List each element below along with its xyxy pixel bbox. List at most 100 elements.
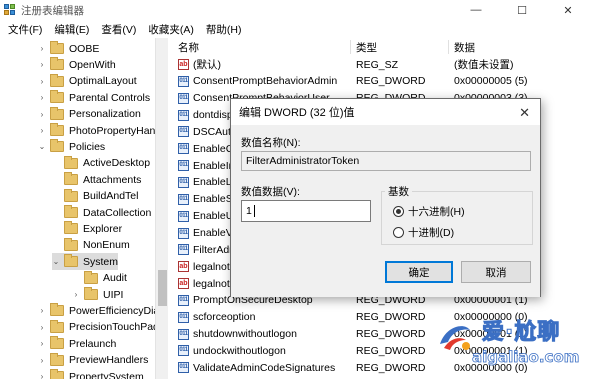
tree-item[interactable]: › Personalization [38, 106, 141, 123]
tree-item-label: PreviewHandlers [69, 354, 149, 367]
expand-arrow-icon[interactable]: › [38, 339, 46, 348]
value-row[interactable]: ab (默认) REG_SZ (数值未设置) [172, 56, 591, 73]
tree-item[interactable]: NonEnum [52, 237, 130, 254]
cancel-button[interactable]: 取消 [461, 261, 531, 283]
expand-arrow-icon[interactable]: › [38, 356, 46, 365]
string-value-icon: ab [178, 278, 189, 290]
tree-item[interactable]: › OOBE [38, 40, 99, 57]
radio-decimal[interactable]: 十进制(D) [393, 225, 454, 240]
tree-scrollbar[interactable] [155, 38, 168, 379]
folder-icon [64, 254, 78, 268]
folder-icon [84, 287, 98, 300]
tree-item[interactable]: › PowerEfficiencyDiag [38, 302, 165, 319]
value-name: (默认) [193, 59, 221, 71]
column-header-data[interactable]: 数据 [454, 38, 475, 56]
tree-scrollbar-thumb[interactable] [158, 270, 167, 306]
tree-item-label: Explorer [83, 222, 123, 235]
tree-item[interactable]: › Prelaunch [38, 335, 116, 352]
collapse-arrow-icon[interactable]: ⌄ [52, 257, 60, 266]
expand-arrow-icon[interactable]: › [38, 126, 46, 135]
folder-icon [64, 155, 78, 169]
folder-icon [50, 369, 64, 379]
menu-edit[interactable]: 编辑(E) [48, 22, 95, 37]
dialog-close-icon[interactable]: ✕ [519, 105, 530, 121]
folder-icon [50, 106, 64, 120]
tree-item[interactable]: BuildAndTel [52, 188, 138, 205]
column-header-name[interactable]: 名称 [178, 38, 199, 56]
value-name-cell: 011 scforceoption [178, 309, 255, 326]
expand-arrow-icon[interactable]: › [38, 110, 46, 119]
folder-icon [50, 319, 64, 333]
string-value-icon: ab [178, 59, 189, 70]
tree-item[interactable]: › PropertySystem [38, 368, 144, 379]
menu-favorites[interactable]: 收藏夹(A) [142, 22, 200, 37]
folder-icon [84, 270, 98, 284]
tree-item[interactable]: › OptimalLayout [38, 73, 137, 90]
tree-item[interactable]: › Parental Controls [38, 89, 150, 106]
value-type-cell: REG_DWORD [356, 344, 426, 357]
tree-item-label: OpenWith [69, 58, 116, 71]
collapse-arrow-icon[interactable]: ⌄ [38, 142, 46, 151]
value-data-field[interactable]: 1 [241, 200, 371, 222]
folder-icon [50, 90, 64, 104]
value-type-cell: REG_DWORD [356, 361, 426, 374]
menu-file[interactable]: 文件(F) [2, 22, 48, 37]
value-name: ValidateAdminCodeSignatures [193, 361, 336, 374]
dword-value-icon: 011 [178, 311, 189, 323]
tree-item-label: PropertySystem [69, 370, 144, 379]
regedit-app-icon [4, 4, 16, 16]
tree-item[interactable]: › PreviewHandlers [38, 352, 148, 369]
tree-item-label: OptimalLayout [69, 75, 137, 88]
expand-arrow-icon[interactable]: › [38, 44, 46, 53]
value-type-cell: REG_SZ [356, 58, 399, 71]
tree-item-label: PowerEfficiencyDiag [69, 304, 166, 317]
radio-hex[interactable]: 十六进制(H) [393, 204, 465, 219]
column-header-type[interactable]: 类型 [356, 38, 377, 56]
radio-decimal-indicator[interactable] [393, 227, 404, 238]
tree-item[interactable]: › PrecisionTouchPad [38, 319, 159, 336]
tree-item[interactable]: › UIPI [72, 286, 123, 303]
minimize-button[interactable]: — [453, 0, 499, 20]
maximize-button[interactable]: ☐ [499, 0, 545, 20]
dword-value-icon: 011 [178, 244, 189, 256]
edit-dword-dialog: 编辑 DWORD (32 位)值 ✕ 数值名称(N): FilterAdmini… [230, 98, 541, 297]
expand-arrow-icon[interactable]: › [38, 306, 46, 315]
registry-tree[interactable]: › OOBE › OpenWith › OptimalLayout › Parental Co… [0, 38, 168, 379]
base-group-title: 基数 [385, 184, 412, 199]
expand-arrow-icon[interactable]: › [72, 290, 80, 299]
expand-arrow-icon [52, 225, 60, 233]
tree-item[interactable]: ⌄ Policies [38, 138, 105, 155]
value-row[interactable]: 011 ConsentPromptBehaviorAdmin REG_DWORD 0x… [172, 73, 591, 90]
tree-item[interactable]: › OpenWith [38, 56, 116, 73]
folder-icon [50, 73, 64, 87]
value-name: scforceoption [193, 311, 256, 324]
tree-item[interactable]: Attachments [52, 171, 141, 188]
menu-view[interactable]: 查看(V) [95, 22, 142, 37]
dword-value-icon: 011 [178, 160, 189, 172]
expand-arrow-icon[interactable]: › [38, 372, 46, 379]
value-name-cell: ab (默认) [178, 56, 221, 73]
close-window-button[interactable]: ✕ [545, 0, 591, 20]
dword-value-icon: 011 [178, 176, 189, 188]
value-name: ConsentPromptBehaviorAdmin [193, 75, 338, 88]
expand-arrow-icon[interactable]: › [38, 60, 46, 69]
expand-arrow-icon[interactable]: › [38, 77, 46, 86]
value-type-cell: REG_DWORD [356, 328, 426, 341]
ok-button[interactable]: 确定 [385, 261, 453, 283]
tree-item[interactable]: Explorer [52, 220, 122, 237]
tree-item[interactable]: Audit [72, 270, 127, 287]
expand-arrow-icon[interactable]: › [38, 93, 46, 102]
tree-item[interactable]: ⌄ System [52, 253, 119, 271]
expand-arrow-icon[interactable]: › [38, 323, 46, 332]
dword-value-icon: 011 [178, 345, 189, 357]
tree-item[interactable]: DataCollection [52, 204, 151, 221]
expand-arrow-icon [52, 176, 60, 184]
tree-item[interactable]: › PhotoPropertyHandl [38, 122, 164, 139]
tree-item[interactable]: ActiveDesktop [52, 155, 150, 172]
value-name-field[interactable]: FilterAdministratorToken [241, 151, 531, 171]
column-divider[interactable] [350, 40, 351, 54]
menu-help[interactable]: 帮助(H) [200, 22, 248, 37]
column-divider[interactable] [448, 40, 449, 54]
radio-hex-indicator[interactable] [393, 206, 404, 217]
folder-icon [64, 172, 78, 186]
